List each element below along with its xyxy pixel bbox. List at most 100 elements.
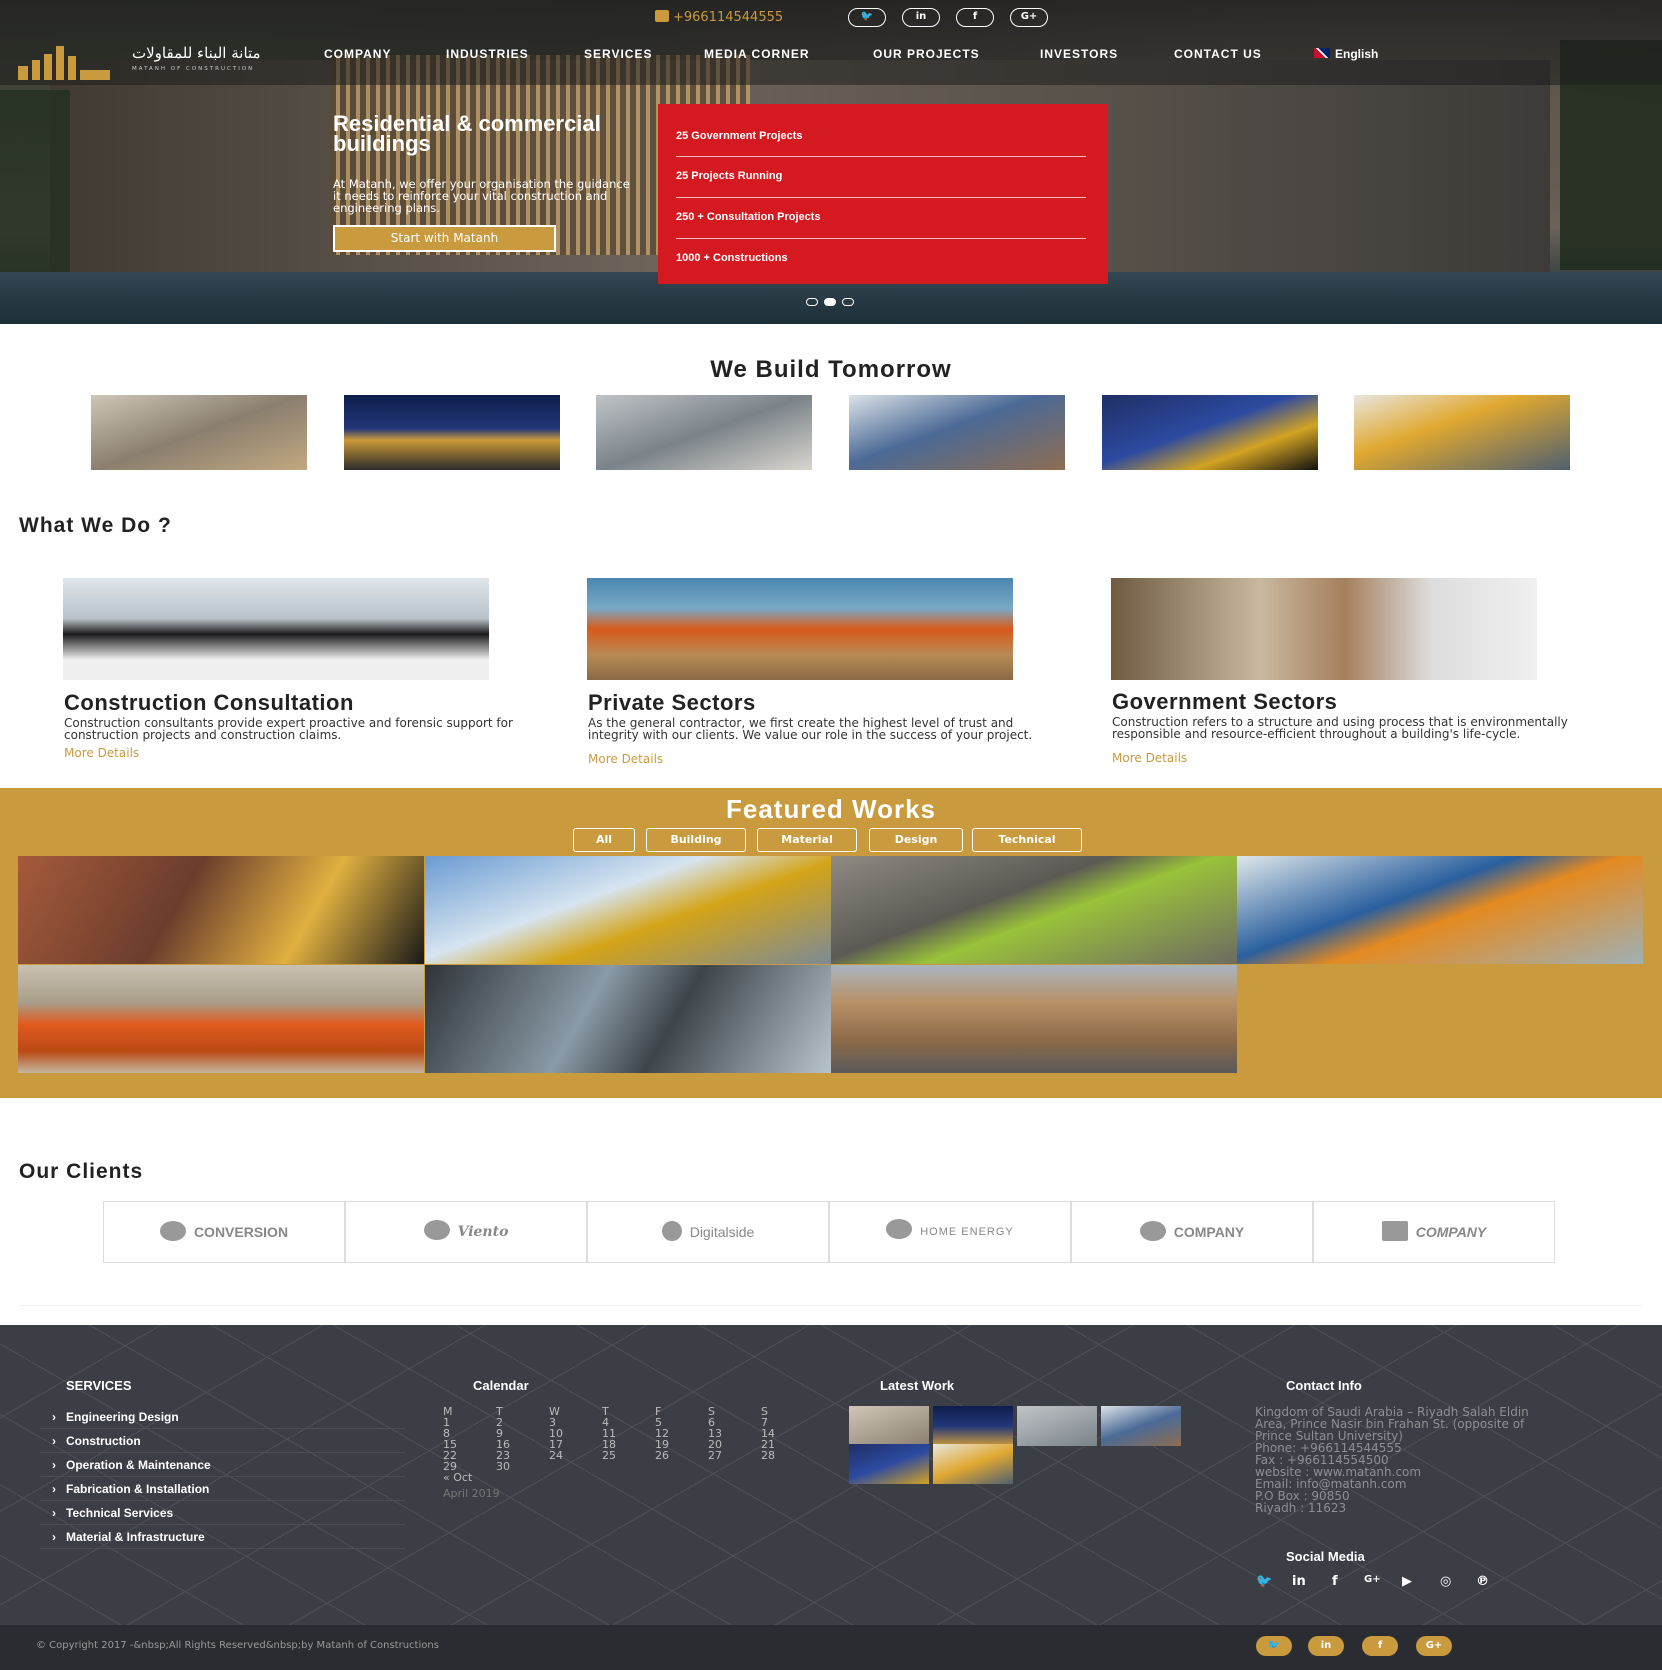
nav-contact-us[interactable]: CONTACT US: [1174, 47, 1262, 61]
twitter-icon[interactable]: 🐦: [1256, 1636, 1292, 1656]
work-item[interactable]: [425, 965, 831, 1073]
home-energy-logo-icon: [886, 1219, 913, 1239]
stat-item: 25 Government Projects: [676, 130, 803, 142]
work-item[interactable]: [18, 856, 424, 964]
client-logo[interactable]: COMPANY: [1313, 1201, 1555, 1263]
client-logo[interactable]: HOME ENERGY: [829, 1201, 1071, 1263]
facebook-icon[interactable]: f: [1332, 1574, 1338, 1589]
work-item[interactable]: [1237, 856, 1643, 964]
section-title-whatwedo: What We Do ?: [19, 514, 172, 537]
more-details-link[interactable]: More Details: [1112, 751, 1187, 765]
slider-dot[interactable]: [806, 298, 818, 306]
google-plus-icon[interactable]: G+: [1416, 1636, 1452, 1656]
work-item[interactable]: [18, 965, 424, 1073]
facebook-icon[interactable]: f: [956, 8, 994, 27]
filter-technical[interactable]: Technical: [972, 828, 1082, 852]
filter-material[interactable]: Material: [757, 828, 857, 852]
language-selector[interactable]: English: [1314, 47, 1378, 61]
nav-our-projects[interactable]: OUR PROJECTS: [873, 47, 980, 61]
hero-title: Residential & commercial buildings: [333, 111, 601, 156]
latest-work-thumb[interactable]: [1017, 1406, 1097, 1446]
chevron-right-icon: ›: [52, 1458, 56, 1472]
copyright-text: © Copyright 2017 -&nbsp;All Rights Reser…: [36, 1640, 439, 1651]
footer-service-link[interactable]: › Operation & Maintenance: [40, 1453, 405, 1477]
calendar-day-header: M: [443, 1405, 453, 1418]
filter-all[interactable]: All: [573, 828, 635, 852]
build-thumb[interactable]: [1102, 395, 1318, 470]
footer-service-link[interactable]: › Material & Infrastructure: [40, 1525, 405, 1549]
calendar-date: 24: [549, 1449, 563, 1462]
start-button[interactable]: Start with Matanh: [333, 225, 556, 252]
calendar-date: 27: [708, 1449, 722, 1462]
card-title: Construction Consultation: [64, 690, 354, 715]
twitter-icon[interactable]: 🐦: [1256, 1574, 1272, 1589]
more-details-link[interactable]: More Details: [64, 746, 139, 760]
calendar-date: 28: [761, 1449, 775, 1462]
nav-industries[interactable]: INDUSTRIES: [446, 47, 529, 61]
nav-media-corner[interactable]: MEDIA CORNER: [704, 47, 810, 61]
footer-service-link[interactable]: › Technical Services: [40, 1501, 405, 1525]
latest-work-thumb[interactable]: [933, 1444, 1013, 1484]
linkedin-icon[interactable]: in: [1292, 1574, 1306, 1589]
section-title-build: We Build Tomorrow: [710, 356, 952, 383]
build-thumb[interactable]: [849, 395, 1065, 470]
government-sector-image[interactable]: [1111, 578, 1537, 680]
nav-services[interactable]: SERVICES: [584, 47, 652, 61]
latest-work-thumb[interactable]: [933, 1406, 1013, 1446]
calendar-prev-link[interactable]: « Oct: [443, 1472, 814, 1483]
consultation-image[interactable]: [63, 578, 489, 680]
footer-service-link[interactable]: › Fabrication & Installation: [40, 1477, 405, 1501]
client-logo[interactable]: CONVERSION: [103, 1201, 345, 1263]
build-thumb[interactable]: [344, 395, 560, 470]
work-item[interactable]: [425, 856, 831, 964]
latest-work-thumb[interactable]: [849, 1444, 929, 1484]
client-logo[interactable]: Digitalside: [587, 1201, 829, 1263]
company-logo-icon: [1139, 1221, 1166, 1241]
uk-flag-icon: [1314, 48, 1330, 58]
pinterest-icon[interactable]: ℗: [1476, 1574, 1489, 1589]
more-details-link[interactable]: More Details: [588, 752, 663, 766]
calendar-date: 25: [602, 1449, 616, 1462]
chevron-right-icon: ›: [52, 1482, 56, 1496]
footer-service-link[interactable]: › Engineering Design: [40, 1405, 405, 1429]
youtube-icon[interactable]: ▶: [1402, 1574, 1412, 1589]
contact-city: Riyadh : 11623: [1255, 1501, 1347, 1515]
filter-building[interactable]: Building: [646, 828, 746, 852]
latest-work-thumb[interactable]: [1101, 1406, 1181, 1446]
chevron-right-icon: ›: [52, 1530, 56, 1544]
private-sector-image[interactable]: [587, 578, 1013, 680]
nav-investors[interactable]: INVESTORS: [1040, 47, 1118, 61]
chevron-right-icon: ›: [52, 1506, 56, 1520]
calendar-date: 30: [496, 1460, 510, 1473]
stat-item: 1000 + Constructions: [676, 252, 788, 264]
footer-service-link[interactable]: › Construction: [40, 1429, 405, 1453]
filter-design[interactable]: Design: [869, 828, 963, 852]
latest-work-thumb[interactable]: [849, 1406, 929, 1446]
build-thumb[interactable]: [596, 395, 812, 470]
instagram-icon[interactable]: ◎: [1440, 1574, 1451, 1589]
phone-number[interactable]: +966114544555: [655, 10, 783, 25]
slider-dot-active[interactable]: [824, 298, 836, 306]
work-item[interactable]: [831, 856, 1237, 964]
star-logo-icon: [423, 1220, 450, 1240]
linkedin-icon[interactable]: in: [1308, 1636, 1344, 1656]
google-plus-icon[interactable]: G+: [1364, 1574, 1381, 1585]
facebook-icon[interactable]: f: [1362, 1636, 1398, 1656]
calendar-day-header: T: [496, 1405, 503, 1418]
client-logo[interactable]: COMPANY: [1071, 1201, 1313, 1263]
footer-latest-title: Latest Work: [880, 1378, 955, 1393]
google-plus-icon[interactable]: G+: [1010, 8, 1048, 27]
linkedin-icon[interactable]: in: [902, 8, 940, 27]
chevron-right-icon: ›: [52, 1434, 56, 1448]
footer-social-title: Social Media: [1286, 1549, 1365, 1564]
client-logo[interactable]: Viento: [345, 1201, 587, 1263]
work-item[interactable]: [831, 965, 1237, 1073]
slider-dot[interactable]: [842, 298, 854, 306]
build-thumb[interactable]: [91, 395, 307, 470]
digitalside-logo-icon: [661, 1221, 682, 1241]
site-logo[interactable]: متانة البناء للمقاولات MATANH OF CONSTRU…: [18, 40, 298, 80]
footer-services-title: SERVICES: [66, 1378, 132, 1393]
nav-company[interactable]: COMPANY: [324, 47, 391, 61]
twitter-icon[interactable]: 🐦: [848, 8, 886, 27]
build-thumb[interactable]: [1354, 395, 1570, 470]
